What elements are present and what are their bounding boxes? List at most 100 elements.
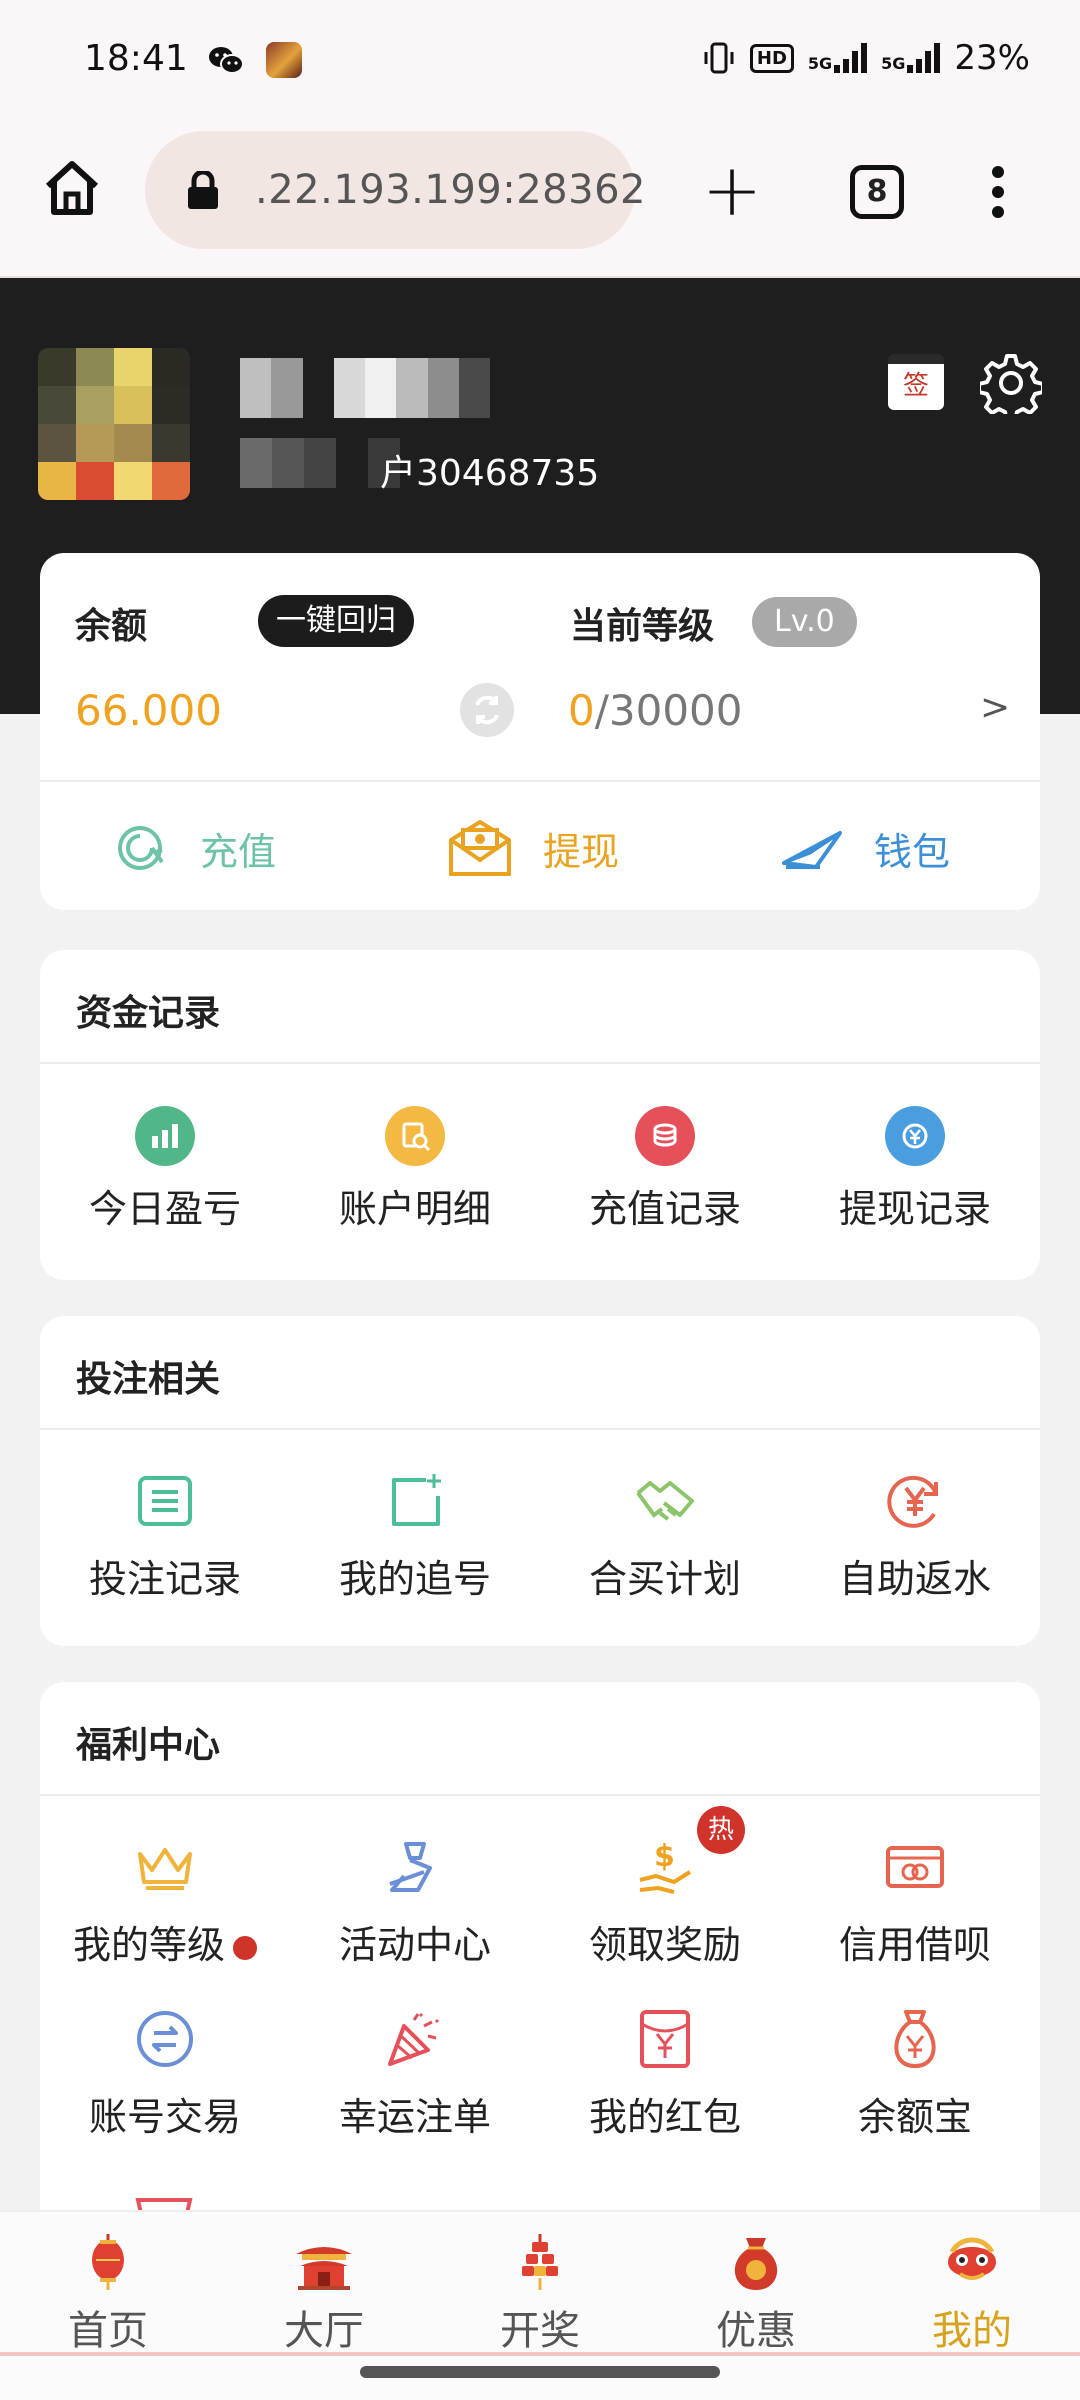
nav-lobby[interactable]: 大厅 bbox=[216, 2232, 432, 2356]
divider bbox=[40, 1062, 1040, 1064]
add-square-icon bbox=[380, 1466, 450, 1536]
lion-dance-icon bbox=[948, 2237, 996, 2280]
signal-icon: 5G bbox=[808, 43, 868, 73]
section-title: 投注相关 bbox=[76, 1359, 221, 1400]
wallet-icon bbox=[782, 831, 842, 869]
withdraw-icon bbox=[449, 820, 511, 876]
claim-reward-label: 领取奖励 bbox=[588, 1923, 741, 1967]
withdraw-record-button[interactable]: 提现记录 bbox=[790, 1106, 1040, 1233]
yuan-cycle-icon bbox=[880, 1466, 950, 1536]
my-chase-button[interactable]: 我的追号 bbox=[290, 1466, 540, 1603]
yuebao-label: 余额宝 bbox=[857, 2095, 972, 2139]
lucky-bet-button[interactable]: 幸运注单 bbox=[290, 2004, 540, 2141]
money-bag-icon bbox=[880, 2004, 950, 2074]
nav-draw-label: 开奖 bbox=[500, 2308, 580, 2354]
yuan-exchange-icon bbox=[885, 1106, 945, 1166]
notification-dot bbox=[233, 1935, 257, 1960]
blurred-username bbox=[240, 358, 490, 418]
welfare-row-2: 账号交易 幸运注单 我的红包 余额宝 bbox=[40, 2004, 1040, 2141]
today-profit-button[interactable]: 今日盈亏 bbox=[40, 1106, 290, 1233]
firecracker-icon bbox=[522, 2234, 558, 2290]
more-menu-icon[interactable] bbox=[980, 160, 1016, 224]
activity-center-label: 活动中心 bbox=[338, 1923, 491, 1967]
recharge-record-label: 充值记录 bbox=[588, 1187, 741, 1231]
address-bar[interactable]: .22.193.199:28362 bbox=[145, 131, 645, 249]
betting-grid: 投注记录 我的追号 合买计划 自助返水 bbox=[40, 1466, 1040, 1603]
confetti-icon bbox=[380, 2004, 450, 2074]
account-detail-button[interactable]: 账户明细 bbox=[290, 1106, 540, 1233]
activity-icon bbox=[380, 1832, 450, 1902]
sign-in-button[interactable]: 签 bbox=[888, 354, 944, 410]
recharge-icon bbox=[118, 826, 164, 870]
account-trade-button[interactable]: 账号交易 bbox=[40, 2004, 290, 2141]
credit-loan-button[interactable]: 信用借呗 bbox=[790, 1832, 1040, 1969]
welfare-card: 福利中心 我的等级 活动中心 $ 热 领取奖励 信用借呗 账号交易 幸运注单 我… bbox=[40, 1682, 1040, 2242]
bet-record-button[interactable]: 投注记录 bbox=[40, 1466, 290, 1603]
divider bbox=[40, 1428, 1040, 1430]
nav-promo-label: 优惠 bbox=[716, 2308, 796, 2354]
level-label: 当前等级 bbox=[570, 606, 715, 647]
activity-center-button[interactable]: 活动中心 bbox=[290, 1832, 540, 1969]
my-red-envelope-label: 我的红包 bbox=[588, 2095, 741, 2139]
card-icon bbox=[880, 1832, 950, 1902]
divider bbox=[40, 780, 1040, 782]
credit-loan-label: 信用借呗 bbox=[838, 1923, 991, 1967]
battery-percent: 23% bbox=[954, 38, 1030, 78]
notification-icons bbox=[208, 42, 302, 78]
lock-icon bbox=[185, 169, 221, 211]
avatar[interactable] bbox=[38, 348, 190, 500]
home-icon[interactable] bbox=[40, 156, 104, 220]
group-buy-button[interactable]: 合买计划 bbox=[540, 1466, 790, 1603]
divider bbox=[40, 1794, 1040, 1796]
coins-icon bbox=[635, 1106, 695, 1166]
hot-badge: 热 bbox=[697, 1806, 745, 1854]
nav-mine[interactable]: 我的 bbox=[864, 2232, 1080, 2356]
level-chevron[interactable]: > bbox=[980, 687, 1010, 728]
nav-home-label: 首页 bbox=[68, 2308, 148, 2354]
wechat-icon bbox=[208, 45, 244, 75]
my-level-button[interactable]: 我的等级 bbox=[40, 1832, 290, 1969]
bet-record-label: 投注记录 bbox=[88, 1557, 241, 1601]
chart-icon bbox=[135, 1106, 195, 1166]
nav-promo[interactable]: 优惠 bbox=[648, 2232, 864, 2356]
account-trade-label: 账号交易 bbox=[88, 2095, 241, 2139]
my-red-envelope-button[interactable]: 我的红包 bbox=[540, 2004, 790, 2141]
temple-icon bbox=[296, 2247, 352, 2290]
refresh-icon[interactable] bbox=[460, 683, 514, 737]
funds-grid: 今日盈亏 账户明细 充值记录 提现记录 bbox=[40, 1106, 1040, 1233]
betting-card: 投注相关 投注记录 我的追号 合买计划 自助返水 bbox=[40, 1316, 1040, 1646]
recharge-record-button[interactable]: 充值记录 bbox=[540, 1106, 790, 1233]
recharge-label: 充值 bbox=[200, 829, 277, 874]
new-tab-button[interactable]: + bbox=[700, 154, 764, 226]
nav-underline bbox=[0, 2352, 1080, 2356]
withdraw-record-label: 提现记录 bbox=[838, 1187, 991, 1231]
browser-toolbar: .22.193.199:28362 + 8 bbox=[0, 120, 1080, 278]
tab-switcher-button[interactable]: 8 bbox=[850, 165, 904, 219]
nav-draw[interactable]: 开奖 bbox=[432, 2232, 648, 2356]
lantern-icon bbox=[92, 2234, 124, 2290]
exchange-icon bbox=[130, 2004, 200, 2074]
handshake-icon bbox=[630, 1466, 700, 1536]
lucky-bet-label: 幸运注单 bbox=[338, 2095, 491, 2139]
yuebao-button[interactable]: 余额宝 bbox=[790, 2004, 1040, 2141]
vibrate-icon bbox=[704, 42, 734, 74]
gesture-bar[interactable] bbox=[360, 2366, 720, 2378]
wallet-button[interactable]: 钱包 bbox=[780, 813, 950, 883]
signal-icon: 5G bbox=[881, 43, 941, 73]
withdraw-button[interactable]: 提现 bbox=[445, 813, 619, 883]
nav-lobby-label: 大厅 bbox=[284, 2308, 364, 2354]
self-rebate-button[interactable]: 自助返水 bbox=[790, 1466, 1040, 1603]
gear-icon[interactable] bbox=[977, 352, 1045, 422]
list-icon bbox=[130, 1466, 200, 1536]
status-right: HD 5G 5G 23% bbox=[702, 38, 1030, 78]
balance-value: 66.000 bbox=[75, 686, 222, 735]
level-progress: 0/30000 bbox=[568, 686, 743, 735]
recharge-button[interactable]: 充值 bbox=[112, 813, 276, 883]
today-profit-label: 今日盈亏 bbox=[88, 1187, 241, 1231]
self-rebate-label: 自助返水 bbox=[838, 1557, 991, 1601]
claim-reward-button[interactable]: $ 热 领取奖励 bbox=[540, 1806, 790, 1969]
svg-text:$: $ bbox=[654, 1839, 675, 1874]
balance-card: 余额 一键回归 当前等级 Lv.0 66.000 0/30000 > 充值 提现… bbox=[40, 553, 1040, 910]
nav-home[interactable]: 首页 bbox=[0, 2232, 216, 2356]
recall-button[interactable]: 一键回归 bbox=[258, 595, 414, 647]
